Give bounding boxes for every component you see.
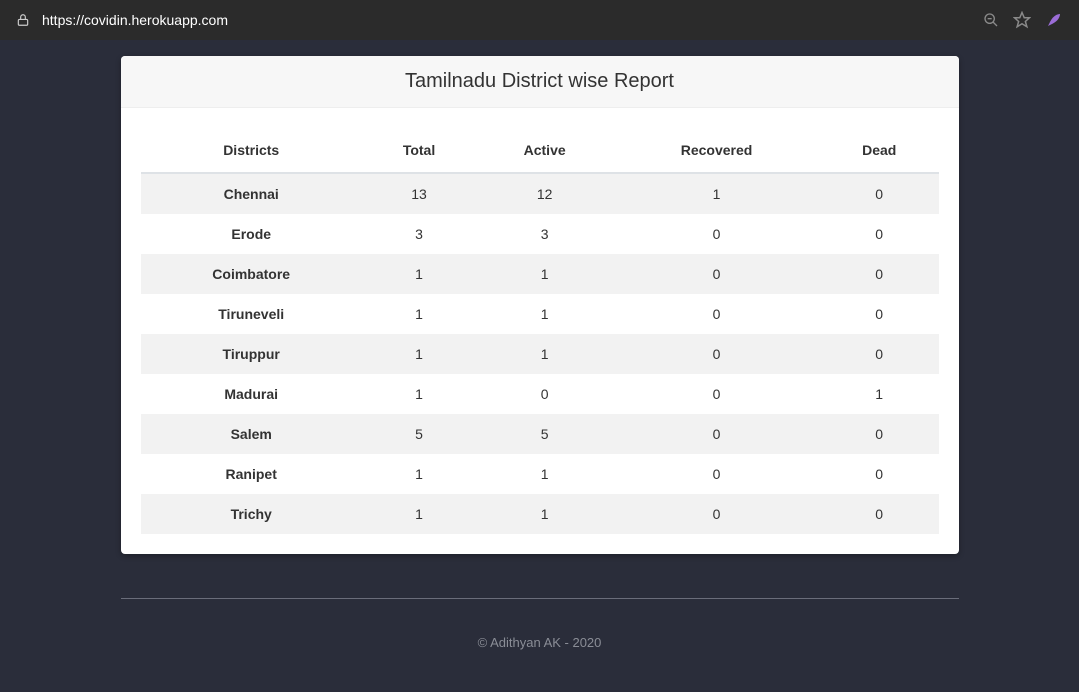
cell-total: 3 [362, 214, 476, 254]
cell-district: Ranipet [141, 454, 362, 494]
cell-active: 0 [476, 374, 613, 414]
browser-actions [983, 11, 1071, 29]
cell-recovered: 0 [613, 494, 820, 534]
table-row: Chennai131210 [141, 173, 939, 214]
cell-recovered: 0 [613, 454, 820, 494]
browser-address-bar: https://covidin.herokuapp.com [0, 0, 1079, 40]
col-district: Districts [141, 128, 362, 173]
cell-dead: 0 [820, 494, 939, 534]
cell-dead: 1 [820, 374, 939, 414]
table-header-row: Districts Total Active Recovered Dead [141, 128, 939, 173]
cell-active: 1 [476, 454, 613, 494]
table-row: Tiruneveli1100 [141, 294, 939, 334]
cell-active: 5 [476, 414, 613, 454]
page-content: Tamilnadu District wise Report Districts… [0, 40, 1079, 692]
cell-total: 1 [362, 454, 476, 494]
card-header: Tamilnadu District wise Report [121, 56, 959, 108]
cell-dead: 0 [820, 454, 939, 494]
table-row: Coimbatore1100 [141, 254, 939, 294]
col-dead: Dead [820, 128, 939, 173]
lock-icon [8, 13, 30, 27]
cell-dead: 0 [820, 414, 939, 454]
cell-recovered: 0 [613, 414, 820, 454]
col-recovered: Recovered [613, 128, 820, 173]
cell-recovered: 1 [613, 173, 820, 214]
cell-dead: 0 [820, 214, 939, 254]
cell-active: 1 [476, 254, 613, 294]
cell-dead: 0 [820, 254, 939, 294]
cell-district: Erode [141, 214, 362, 254]
cell-total: 5 [362, 414, 476, 454]
footer-text: © Adithyan AK - 2020 [0, 635, 1079, 650]
cell-district: Tiruppur [141, 334, 362, 374]
cell-dead: 0 [820, 173, 939, 214]
cell-total: 1 [362, 334, 476, 374]
table-row: Tiruppur1100 [141, 334, 939, 374]
cell-district: Madurai [141, 374, 362, 414]
zoom-out-icon[interactable] [983, 12, 999, 28]
col-total: Total [362, 128, 476, 173]
table-row: Salem5500 [141, 414, 939, 454]
footer-divider [121, 598, 959, 599]
cell-district: Chennai [141, 173, 362, 214]
cell-total: 13 [362, 173, 476, 214]
cell-recovered: 0 [613, 334, 820, 374]
cell-district: Coimbatore [141, 254, 362, 294]
cell-total: 1 [362, 294, 476, 334]
cell-active: 1 [476, 334, 613, 374]
table-row: Trichy1100 [141, 494, 939, 534]
report-card: Tamilnadu District wise Report Districts… [121, 56, 959, 554]
cell-district: Trichy [141, 494, 362, 534]
cell-recovered: 0 [613, 294, 820, 334]
favorite-star-icon[interactable] [1013, 11, 1031, 29]
cell-total: 1 [362, 494, 476, 534]
col-active: Active [476, 128, 613, 173]
cell-active: 12 [476, 173, 613, 214]
cell-active: 1 [476, 294, 613, 334]
cell-active: 3 [476, 214, 613, 254]
cell-district: Salem [141, 414, 362, 454]
table-row: Erode3300 [141, 214, 939, 254]
cell-total: 1 [362, 254, 476, 294]
cell-district: Tiruneveli [141, 294, 362, 334]
cell-recovered: 0 [613, 254, 820, 294]
cell-recovered: 0 [613, 214, 820, 254]
cell-dead: 0 [820, 294, 939, 334]
card-body: Districts Total Active Recovered Dead Ch… [121, 108, 959, 554]
table-row: Ranipet1100 [141, 454, 939, 494]
cell-total: 1 [362, 374, 476, 414]
cell-recovered: 0 [613, 374, 820, 414]
cell-active: 1 [476, 494, 613, 534]
feather-icon[interactable] [1045, 11, 1063, 29]
page-title: Tamilnadu District wise Report [121, 70, 959, 93]
table-row: Madurai1001 [141, 374, 939, 414]
district-table: Districts Total Active Recovered Dead Ch… [141, 128, 939, 534]
cell-dead: 0 [820, 334, 939, 374]
url-text[interactable]: https://covidin.herokuapp.com [38, 12, 975, 28]
